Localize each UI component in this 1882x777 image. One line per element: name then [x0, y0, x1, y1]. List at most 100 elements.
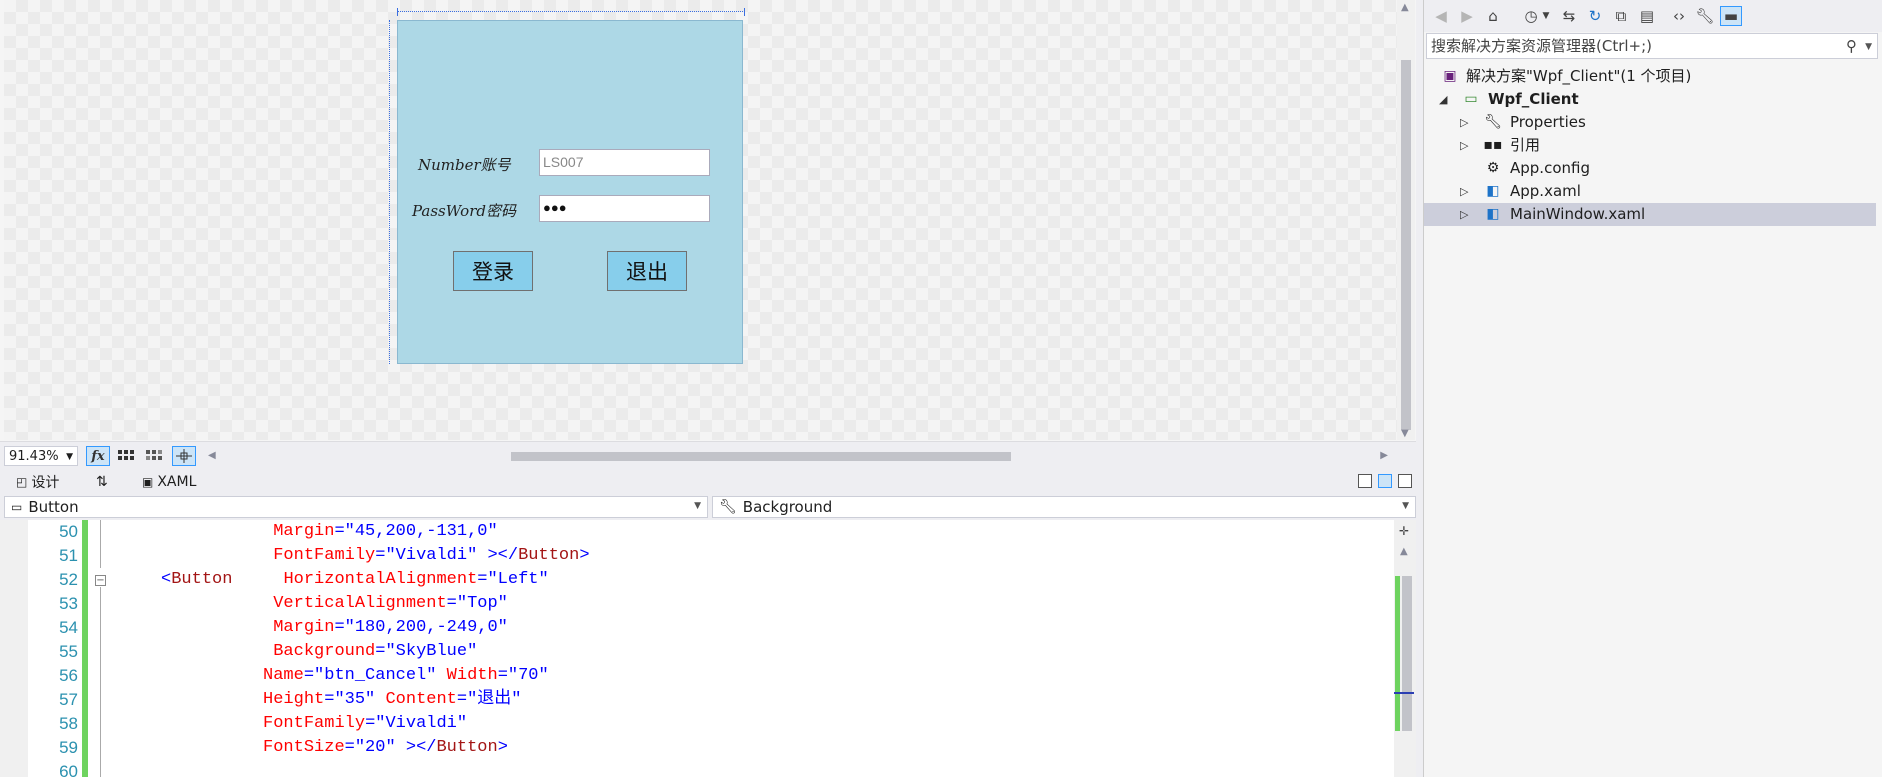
line-number: 60	[59, 762, 78, 777]
csharp-project-icon: ▭	[1464, 91, 1478, 107]
scroll-left-arrow-icon[interactable]: ◀	[208, 450, 216, 461]
code-text: Height="35" Content="退出"	[263, 690, 522, 709]
split-handle-icon[interactable]: ✛	[1399, 524, 1409, 538]
code-line[interactable]: 55 Background="SkyBlue"	[0, 640, 1390, 664]
code-line[interactable]: 57 Height="35" Content="退出"	[0, 688, 1390, 712]
code-line[interactable]: 60	[0, 760, 1390, 777]
forward-icon[interactable]: ▶	[1456, 6, 1478, 26]
tree-solution[interactable]: ▣ 解决方案"Wpf_Client"(1 个项目)	[1424, 65, 1876, 88]
code-line[interactable]: 59 FontSize="20" ></Button>	[0, 736, 1390, 760]
line-number: 52	[59, 570, 78, 589]
property-value: Background	[742, 498, 833, 516]
design-surface[interactable]: Number账号 LS007 PassWord密码 ●●● 登录 退出	[4, 0, 1397, 440]
line-number: 55	[59, 642, 78, 661]
sync-icon[interactable]: ⇆	[1558, 6, 1580, 26]
tree-app-config[interactable]: ⚙︎ App.config	[1424, 157, 1876, 180]
tab-xaml-label: XAML	[157, 474, 197, 490]
login-button[interactable]: 登录	[453, 251, 533, 291]
xaml-code-editor[interactable]: − 50 Margin="45,200,-131,0" 51 FontFamily…	[0, 520, 1416, 777]
guide-tick	[744, 8, 745, 16]
collapse-pane-icon[interactable]	[1398, 474, 1412, 488]
solution-search-input[interactable]: 搜索解决方案资源管理器(Ctrl+;) ⚲ ▼	[1426, 33, 1878, 59]
swap-panes-button[interactable]: ⇅	[96, 472, 108, 492]
chevron-down-icon: ▼	[694, 501, 701, 511]
navigation-bar: ▭ Button ▼ 🔧︎ Background ▼	[0, 494, 1416, 520]
view-tabs: ◰ 设计 ⇅ ▣ XAML	[0, 469, 1416, 494]
design-view-icon: ◰	[16, 475, 28, 489]
collapsed-arrow-icon[interactable]: ▷	[1460, 134, 1468, 157]
tree-app-xaml[interactable]: ▷ ◧ App.xaml	[1424, 180, 1876, 203]
chevron-down-icon: ▼	[1402, 501, 1409, 511]
expanded-arrow-icon[interactable]: ◢	[1439, 88, 1447, 111]
line-number: 59	[59, 738, 78, 757]
view-code-icon[interactable]: ‹›	[1668, 6, 1690, 26]
code-vertical-scrollbar[interactable]: ✛ ▲	[1394, 520, 1416, 777]
scrollbar-thumb[interactable]	[1401, 60, 1411, 430]
tab-design[interactable]: ◰ 设计	[16, 472, 59, 492]
number-input[interactable]: LS007	[539, 149, 710, 176]
property-combo[interactable]: 🔧︎ Background ▼	[712, 496, 1416, 518]
password-input[interactable]: ●●●	[539, 195, 710, 222]
collapsed-arrow-icon[interactable]: ▷	[1460, 203, 1468, 226]
tab-xaml[interactable]: ▣ XAML	[142, 472, 196, 492]
caret-marker	[1394, 692, 1414, 694]
design-horizontal-scrollbar[interactable]: ◀ ▶	[208, 448, 1388, 464]
wpf-window-preview[interactable]: Number账号 LS007 PassWord密码 ●●● 登录 退出	[397, 20, 743, 364]
code-line[interactable]: 54 Margin="180,200,-249,0"	[0, 616, 1390, 640]
tree-project[interactable]: ◢ ▭ Wpf_Client	[1424, 88, 1876, 111]
tree-references[interactable]: ▷ ▪▪ 引用	[1424, 134, 1876, 157]
exit-button[interactable]: 退出	[607, 251, 687, 291]
swap-icon: ⇅	[96, 474, 108, 490]
scroll-right-arrow-icon[interactable]: ▶	[1380, 450, 1388, 461]
tree-label: Properties	[1510, 113, 1586, 131]
back-icon[interactable]: ◀	[1430, 6, 1452, 26]
snap-lines-icon[interactable]	[172, 446, 196, 466]
properties-icon[interactable]: 🔧︎	[1694, 6, 1716, 26]
grid-icon[interactable]	[114, 446, 138, 466]
code-text: VerticalAlignment="Top"	[273, 594, 508, 613]
collapsed-arrow-icon[interactable]: ▷	[1460, 111, 1468, 134]
solution-explorer-toolbar: ◀ ▶ ⌂ ◷ ▼ ⇆ ↻ ⧉ ▤ ‹› 🔧︎ ▬	[1424, 0, 1882, 32]
design-vertical-scrollbar[interactable]: ▲ ▼	[1397, 0, 1415, 440]
scroll-up-arrow-icon[interactable]: ▲	[1400, 546, 1408, 557]
tree-properties[interactable]: ▷ 🔧︎ Properties	[1424, 111, 1876, 134]
tree-label: Wpf_Client	[1488, 90, 1579, 108]
collapsed-arrow-icon[interactable]: ▷	[1460, 180, 1468, 203]
tree-mainwindow-xaml[interactable]: ▷ ◧ MainWindow.xaml	[1424, 203, 1876, 226]
snap-grid-icon[interactable]	[142, 446, 166, 466]
line-number: 58	[59, 714, 78, 733]
scroll-up-arrow-icon[interactable]: ▲	[1401, 2, 1409, 13]
pending-changes-icon[interactable]: ◷	[1520, 6, 1542, 26]
refresh-icon[interactable]: ↻	[1584, 6, 1606, 26]
fx-effects-button[interactable]: fx	[86, 446, 110, 466]
config-file-icon: ⚙︎	[1486, 160, 1500, 176]
width-guide	[397, 11, 745, 12]
scrollbar-thumb[interactable]	[511, 452, 1011, 461]
scrollbar-thumb[interactable]	[1402, 576, 1412, 731]
element-icon: ▭	[11, 500, 23, 514]
code-line[interactable]: 51 FontFamily="Vivaldi" ></Button>	[0, 544, 1390, 568]
chevron-down-icon: ▼	[1865, 42, 1872, 52]
line-number: 56	[59, 666, 78, 685]
scroll-down-arrow-icon[interactable]: ▼	[1401, 428, 1409, 439]
preview-selected-icon[interactable]: ▬	[1720, 6, 1742, 26]
home-icon[interactable]: ⌂	[1482, 6, 1504, 26]
code-text: Margin="180,200,-249,0"	[273, 618, 508, 637]
code-line[interactable]: 52 <Button HorizontalAlignment="Left"	[0, 568, 1390, 592]
code-line[interactable]: 58 FontFamily="Vivaldi"	[0, 712, 1390, 736]
collapse-all-icon[interactable]: ⧉	[1610, 6, 1632, 26]
xaml-file-icon: ◧	[1486, 206, 1500, 222]
code-line[interactable]: 50 Margin="45,200,-131,0"	[0, 520, 1390, 544]
show-all-files-icon[interactable]: ▤	[1636, 6, 1658, 26]
search-icon: ⚲	[1846, 37, 1857, 55]
search-placeholder: 搜索解决方案资源管理器(Ctrl+;)	[1431, 37, 1653, 55]
horizontal-split-icon[interactable]	[1378, 474, 1392, 488]
zoom-combo[interactable]: 91.43% ▼	[4, 446, 78, 466]
vertical-split-icon[interactable]	[1358, 474, 1372, 488]
code-text: <Button HorizontalAlignment="Left"	[161, 570, 549, 589]
code-line[interactable]: 53 VerticalAlignment="Top"	[0, 592, 1390, 616]
chevron-down-icon[interactable]: ▼	[1540, 6, 1552, 26]
code-line[interactable]: 56 Name="btn_Cancel" Width="70"	[0, 664, 1390, 688]
xaml-file-icon: ◧	[1486, 183, 1500, 199]
element-combo[interactable]: ▭ Button ▼	[4, 496, 708, 518]
